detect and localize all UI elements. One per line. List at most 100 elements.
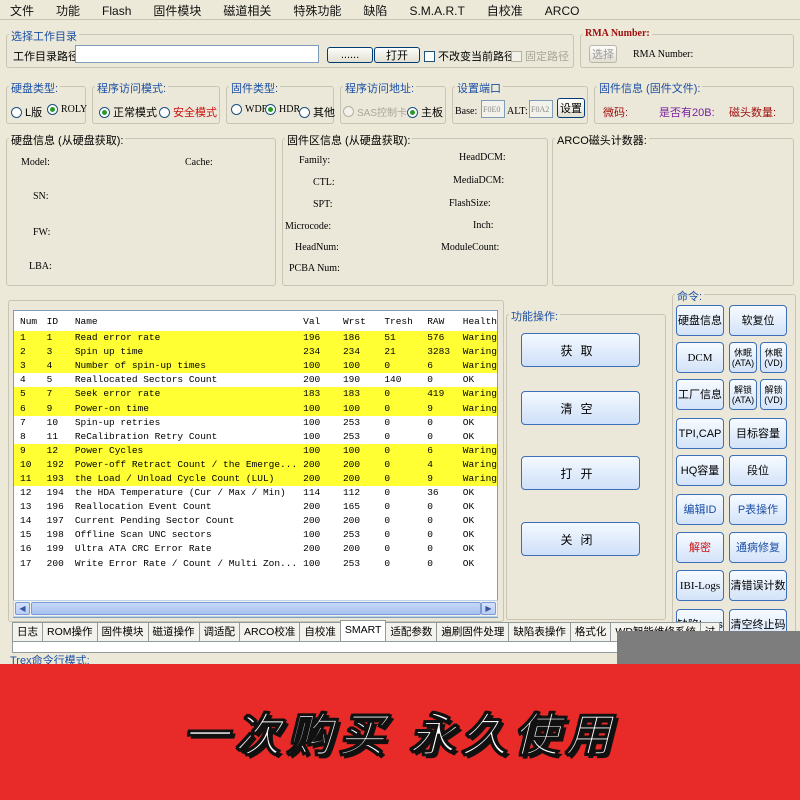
hq-capacity-button[interactable]: HQ容量 bbox=[676, 455, 724, 486]
table-row[interactable]: 12 194 the HDA Temperature (Cur / Max / Mi… bbox=[14, 486, 497, 500]
cell-num: 1 bbox=[14, 331, 41, 346]
col-id[interactable]: ID bbox=[40, 311, 69, 331]
menu-item-5[interactable]: 特殊功能 bbox=[293, 5, 341, 19]
target-capacity-button[interactable]: 目标容量 bbox=[729, 418, 787, 449]
tab-3[interactable]: 磁道操作 bbox=[147, 622, 200, 641]
table-row[interactable]: 2 3 Spin up time 234 234 21 3283 Waring bbox=[14, 345, 497, 360]
unlock-ata-button[interactable]: 解锁(ATA) bbox=[729, 379, 757, 410]
col-num[interactable]: Num bbox=[14, 311, 41, 331]
col-health[interactable]: Health bbox=[456, 311, 497, 331]
scroll-right-icon[interactable]: ▶ bbox=[481, 602, 496, 615]
tab-9[interactable]: 遍刷固件处理 bbox=[436, 622, 510, 641]
channel-repair-button[interactable]: 通病修复 bbox=[729, 532, 787, 563]
table-row[interactable]: 3 4 Number of spin-up times 100 100 0 6 Waring bbox=[14, 359, 497, 374]
col-wrst[interactable]: Wrst bbox=[336, 311, 379, 331]
soft-reset-button[interactable]: 软复位 bbox=[729, 305, 787, 336]
table-row[interactable]: 11 193 the Load / Unload Cycle Count (LUL)… bbox=[14, 471, 497, 487]
clear-error-count-button[interactable]: 清错误计数 bbox=[729, 570, 787, 601]
disk-type-group: 硬盘类型: L版 ROLY bbox=[6, 80, 87, 124]
tab-2[interactable]: 固件模块 bbox=[96, 622, 149, 641]
table-row[interactable]: 6 9 Power-on time 100 100 0 9 Waring bbox=[14, 401, 497, 416]
table-row[interactable]: 13 196 Reallocation Event Count 200 165 0 0 OK bbox=[14, 500, 497, 514]
workdir-path-input[interactable] bbox=[75, 45, 319, 63]
access-addr-sas-radio[interactable]: SAS控制卡 bbox=[343, 104, 407, 119]
decrypt-button[interactable]: 解密 bbox=[676, 532, 724, 563]
disk-info-button[interactable]: 硬盘信息 bbox=[676, 305, 724, 336]
smart-hscrollbar[interactable]: ◀ ▶ bbox=[13, 600, 498, 617]
table-row[interactable]: 10 192 Power-off Retract Count / the Emerg… bbox=[14, 457, 497, 472]
close-button[interactable]: 关闭 bbox=[521, 522, 640, 556]
cell-wrst: 234 bbox=[336, 345, 379, 360]
tab-6[interactable]: 自校准 bbox=[299, 622, 341, 641]
col-raw[interactable]: RAW bbox=[421, 311, 457, 331]
p-table-op-button[interactable]: P表操作 bbox=[729, 494, 787, 525]
menu-item-8[interactable]: 自校准 bbox=[487, 5, 523, 19]
access-mode-normal-radio[interactable]: 正常模式 bbox=[99, 104, 157, 120]
tab-5[interactable]: ARCO校准 bbox=[239, 622, 301, 641]
firmware-type-other-radio[interactable]: 其他 bbox=[299, 104, 335, 120]
sleep-ata-button[interactable]: 休眠(ATA) bbox=[729, 342, 757, 373]
disk-type-roly-radio[interactable]: ROLY bbox=[47, 104, 87, 115]
keep-current-path-checkbox[interactable]: 不改变当前路径 bbox=[424, 48, 515, 64]
menu-item-3[interactable]: 固件模块 bbox=[153, 5, 201, 19]
firmware-type-wdr-radio[interactable]: WDR bbox=[231, 104, 268, 115]
table-row[interactable]: 5 7 Seek error rate 183 183 0 419 Waring bbox=[14, 387, 497, 402]
keep-current-path-box bbox=[424, 50, 435, 62]
table-row[interactable]: 16 199 Ultra ATA CRC Error Rate 200 200 0 0 OK bbox=[14, 542, 497, 556]
sleep-vd-button[interactable]: 休眠(VD) bbox=[760, 342, 787, 373]
table-row[interactable]: 9 12 Power Cycles 100 100 0 6 Waring bbox=[14, 443, 497, 458]
menu-item-1[interactable]: 功能 bbox=[56, 5, 80, 19]
cell-tresh: 0 bbox=[378, 471, 422, 487]
firmware-type-hdr-radio[interactable]: HDR bbox=[265, 104, 300, 115]
port-alt-input[interactable]: F0A2 bbox=[529, 100, 553, 118]
table-row[interactable]: 1 1 Read error rate 196 186 51 576 Waring bbox=[14, 331, 497, 346]
scroll-left-icon[interactable]: ◀ bbox=[15, 602, 30, 615]
access-addr-board-radio[interactable]: 主板 bbox=[407, 104, 443, 120]
menu-item-6[interactable]: 缺陷 bbox=[363, 5, 387, 19]
fw-area-headnum-label: HeadNum: bbox=[295, 242, 339, 253]
tab-8[interactable]: 适配参数 bbox=[385, 622, 438, 641]
unlock-vd-button[interactable]: 解锁(VD) bbox=[760, 379, 787, 410]
menu-item-9[interactable]: ARCO bbox=[545, 5, 580, 19]
table-row[interactable]: 15 198 Offline Scan UNC sectors 100 253 0 0 OK bbox=[14, 528, 497, 542]
table-row[interactable]: 8 11 ReCalibration Retry Count 100 253 0 0 OK bbox=[14, 430, 497, 444]
tab-7[interactable]: SMART bbox=[339, 620, 387, 641]
tab-11[interactable]: 格式化 bbox=[569, 622, 612, 641]
factory-info-button[interactable]: 工厂信息 bbox=[676, 379, 724, 410]
col-val[interactable]: Val bbox=[297, 311, 337, 331]
workdir-browse-button[interactable]: ...... bbox=[327, 47, 373, 63]
menu-item-7[interactable]: S.M.A.R.T bbox=[409, 5, 464, 19]
ibi-logs-button[interactable]: IBI-Logs bbox=[676, 570, 724, 601]
cell-raw: 9 bbox=[421, 471, 457, 487]
tab-10[interactable]: 缺陷表操作 bbox=[508, 622, 571, 641]
fixed-path-checkbox[interactable]: 固定路径 bbox=[511, 48, 569, 64]
workdir-open-button[interactable]: 打开 bbox=[374, 47, 420, 63]
clear-button[interactable]: 清空 bbox=[521, 391, 640, 425]
menu-item-2[interactable]: Flash bbox=[102, 5, 131, 19]
dcm-button[interactable]: DCM bbox=[676, 342, 724, 373]
cell-name: Power-on time bbox=[68, 401, 298, 416]
scroll-thumb[interactable] bbox=[31, 602, 481, 615]
access-mode-normal-dot bbox=[99, 106, 110, 118]
access-mode-safe-radio[interactable]: 安全模式 bbox=[159, 104, 217, 120]
disk-type-lban-radio[interactable]: L版 bbox=[11, 104, 42, 120]
open-button[interactable]: 打开 bbox=[521, 456, 640, 490]
table-row[interactable]: 7 10 Spin-up retries 100 253 0 0 OK bbox=[14, 416, 497, 430]
table-row[interactable]: 17 200 Write Error Rate / Count / Multi Zo… bbox=[14, 557, 497, 571]
menu-item-4[interactable]: 磁道相关 bbox=[223, 5, 271, 19]
table-row[interactable]: 14 197 Current Pending Sector Count 200 200 0… bbox=[14, 514, 497, 528]
tab-1[interactable]: ROM操作 bbox=[42, 622, 98, 641]
port-set-button[interactable]: 设置 bbox=[557, 98, 585, 118]
fetch-button[interactable]: 获取 bbox=[521, 333, 640, 367]
tab-4[interactable]: 调适配 bbox=[198, 622, 240, 641]
tpi-cap-button[interactable]: TPI,CAP bbox=[676, 418, 724, 449]
tab-0[interactable]: 日志 bbox=[12, 622, 43, 641]
edit-id-button[interactable]: 编辑ID bbox=[676, 494, 724, 525]
menu-item-0[interactable]: 文件 bbox=[10, 5, 34, 19]
col-name[interactable]: Name bbox=[68, 311, 298, 331]
col-tresh[interactable]: Tresh bbox=[378, 311, 422, 331]
rma-select-button[interactable]: 选择 bbox=[589, 45, 617, 63]
segment-button[interactable]: 段位 bbox=[729, 455, 787, 486]
port-base-input[interactable]: F0E0 bbox=[481, 100, 505, 118]
table-row[interactable]: 4 5 Reallocated Sectors Count 200 190 140 0 OK bbox=[14, 373, 497, 387]
